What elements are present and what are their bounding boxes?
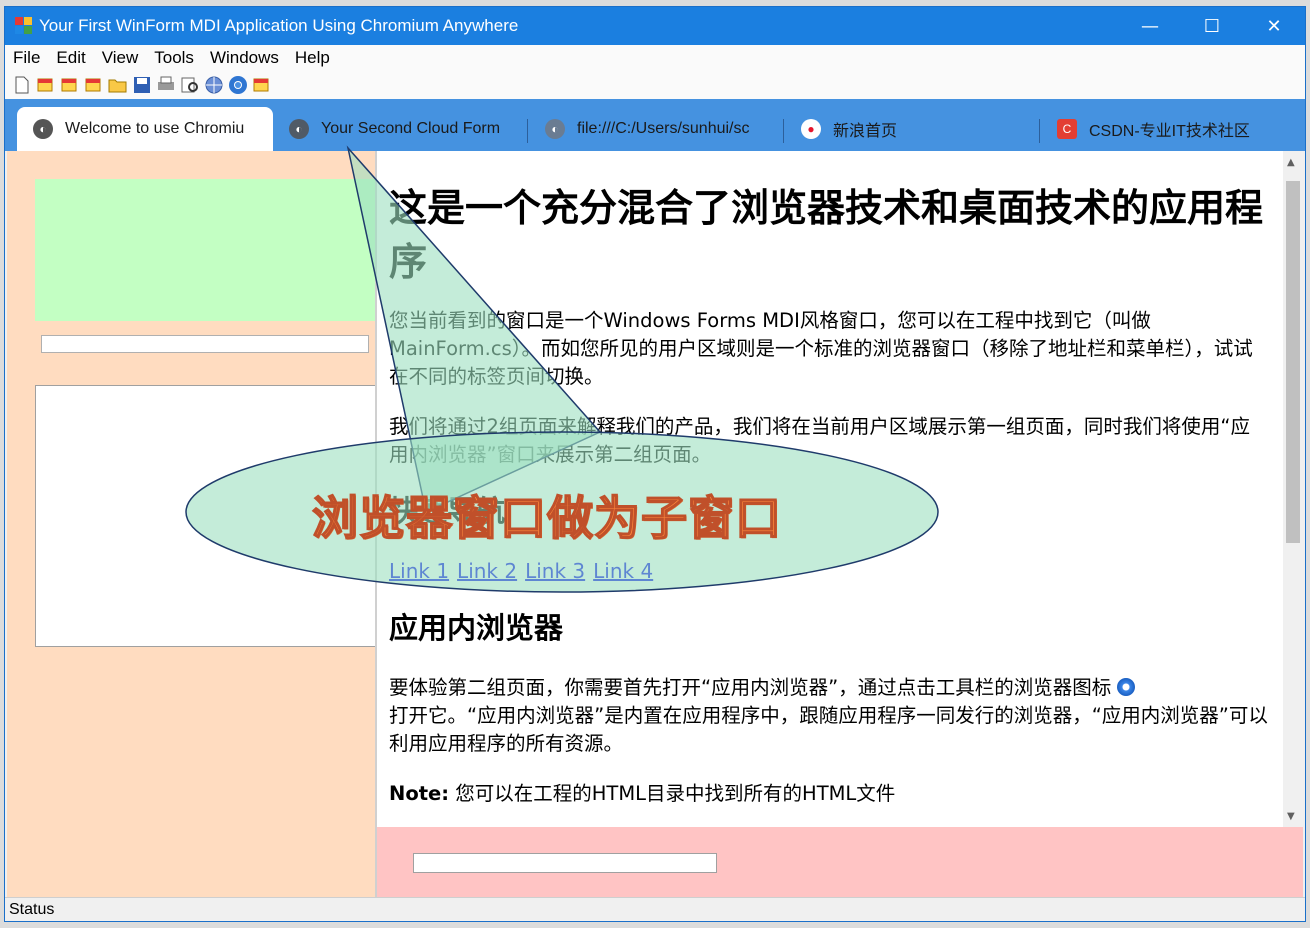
- main-window: Your First WinForm MDI Application Using…: [4, 6, 1306, 922]
- menu-help[interactable]: Help: [287, 48, 338, 68]
- note-paragraph: Note: 您可以在工程的HTML目录中找到所有的HTML文件: [389, 780, 1269, 808]
- status-text: Status: [9, 900, 55, 918]
- page-heading: 这是一个充分混合了浏览器技术和桌面技术的应用程序: [389, 186, 1264, 284]
- callout-text: 浏览器窗口做为子窗口: [311, 490, 782, 546]
- left-text-input[interactable]: [41, 335, 369, 353]
- link-1[interactable]: Link 1: [389, 559, 449, 583]
- tab-file[interactable]: ◐ file:///C:/Users/sunhui/sc: [529, 107, 779, 151]
- tab-separator: [527, 119, 528, 143]
- menu-bar: File Edit View Tools Windows Help: [5, 45, 1305, 71]
- web-icon[interactable]: [203, 74, 225, 96]
- link-3[interactable]: Link 3: [525, 559, 585, 583]
- vertical-scrollbar[interactable]: ▲ ▼: [1283, 151, 1303, 827]
- note-text: 您可以在工程的HTML目录中找到所有的HTML文件: [455, 782, 896, 805]
- weibo-icon: ●: [801, 119, 821, 139]
- second-paragraph: 我们将通过2组页面来解释我们的产品，我们将在当前用户区域展示第一组页面，同时我们…: [389, 415, 1251, 466]
- menu-view[interactable]: View: [94, 48, 147, 68]
- link-2[interactable]: Link 2: [457, 559, 517, 583]
- globe-icon: ◐: [289, 119, 309, 139]
- tab-label: file:///C:/Users/sunhui/sc: [577, 120, 750, 137]
- scroll-up-icon[interactable]: ▲: [1287, 157, 1295, 168]
- tab-strip: ◐ Welcome to use Chromiu ◐ Your Second C…: [5, 99, 1305, 151]
- tab-csdn[interactable]: C CSDN-专业IT技术社区: [1041, 107, 1291, 151]
- bottom-panel: [377, 827, 1303, 897]
- browser-heading: 应用内浏览器: [389, 611, 564, 645]
- toolbar: [5, 71, 1305, 99]
- tab-label: 新浪首页: [833, 123, 898, 140]
- print-icon[interactable]: [155, 74, 177, 96]
- tab-separator: [783, 119, 784, 143]
- menu-edit[interactable]: Edit: [48, 48, 93, 68]
- menu-file[interactable]: File: [5, 48, 48, 68]
- tab-separator: [1039, 119, 1040, 143]
- browser-paragraph-b: 打开它。“应用内浏览器”是内置在应用程序中，跟随应用程序一同发行的浏览器，“应用…: [389, 704, 1268, 755]
- globe-icon: ◐: [33, 119, 53, 139]
- tab-label: CSDN-专业IT技术社区: [1089, 123, 1250, 140]
- green-panel: [35, 179, 375, 321]
- tab-label: Welcome to use Chromiu: [65, 120, 245, 137]
- note-label: Note:: [389, 782, 450, 805]
- new-icon[interactable]: [11, 74, 33, 96]
- minimize-button[interactable]: —: [1119, 7, 1181, 45]
- chrome-icon[interactable]: [227, 74, 249, 96]
- scroll-thumb[interactable]: [1286, 181, 1300, 543]
- browser-paragraph-a: 要体验第二组页面，你需要首先打开“应用内浏览器”，通过点击工具栏的浏览器图标: [389, 676, 1112, 699]
- app-icon: [15, 17, 33, 35]
- status-bar: Status: [5, 897, 1305, 921]
- menu-windows[interactable]: Windows: [202, 48, 287, 68]
- window-icon[interactable]: [59, 74, 81, 96]
- intro-paragraph: 您当前看到的窗口是一个Windows Forms MDI风格窗口，您可以在工程中…: [389, 309, 1253, 388]
- menu-tools[interactable]: Tools: [146, 48, 202, 68]
- tab-sina[interactable]: ● 新浪首页: [785, 107, 1035, 151]
- window-icon[interactable]: [83, 74, 105, 96]
- tab-label: Your Second Cloud Form: [321, 120, 501, 137]
- bottom-text-input[interactable]: [413, 853, 717, 873]
- nav-links: Link 1 Link 2 Link 3 Link 4: [389, 557, 1269, 586]
- close-button[interactable]: ✕: [1243, 7, 1305, 45]
- tab-welcome[interactable]: ◐ Welcome to use Chromiu: [17, 107, 273, 151]
- browser-paragraph: 要体验第二组页面，你需要首先打开“应用内浏览器”，通过点击工具栏的浏览器图标 打…: [389, 674, 1269, 758]
- maximize-button[interactable]: ☐: [1181, 7, 1243, 45]
- title-bar[interactable]: Your First WinForm MDI Application Using…: [5, 7, 1305, 45]
- print-preview-icon[interactable]: [179, 74, 201, 96]
- scroll-down-icon[interactable]: ▼: [1287, 811, 1295, 822]
- chrome-icon: [1117, 678, 1136, 696]
- globe-icon: ◐: [545, 119, 565, 139]
- window-icon[interactable]: [251, 74, 273, 96]
- window-icon[interactable]: [35, 74, 57, 96]
- window-title: Your First WinForm MDI Application Using…: [39, 16, 519, 35]
- save-icon[interactable]: [131, 74, 153, 96]
- csdn-icon: C: [1057, 119, 1077, 139]
- open-folder-icon[interactable]: [107, 74, 129, 96]
- link-4[interactable]: Link 4: [593, 559, 653, 583]
- tab-second-cloud-form[interactable]: ◐ Your Second Cloud Form: [273, 107, 525, 151]
